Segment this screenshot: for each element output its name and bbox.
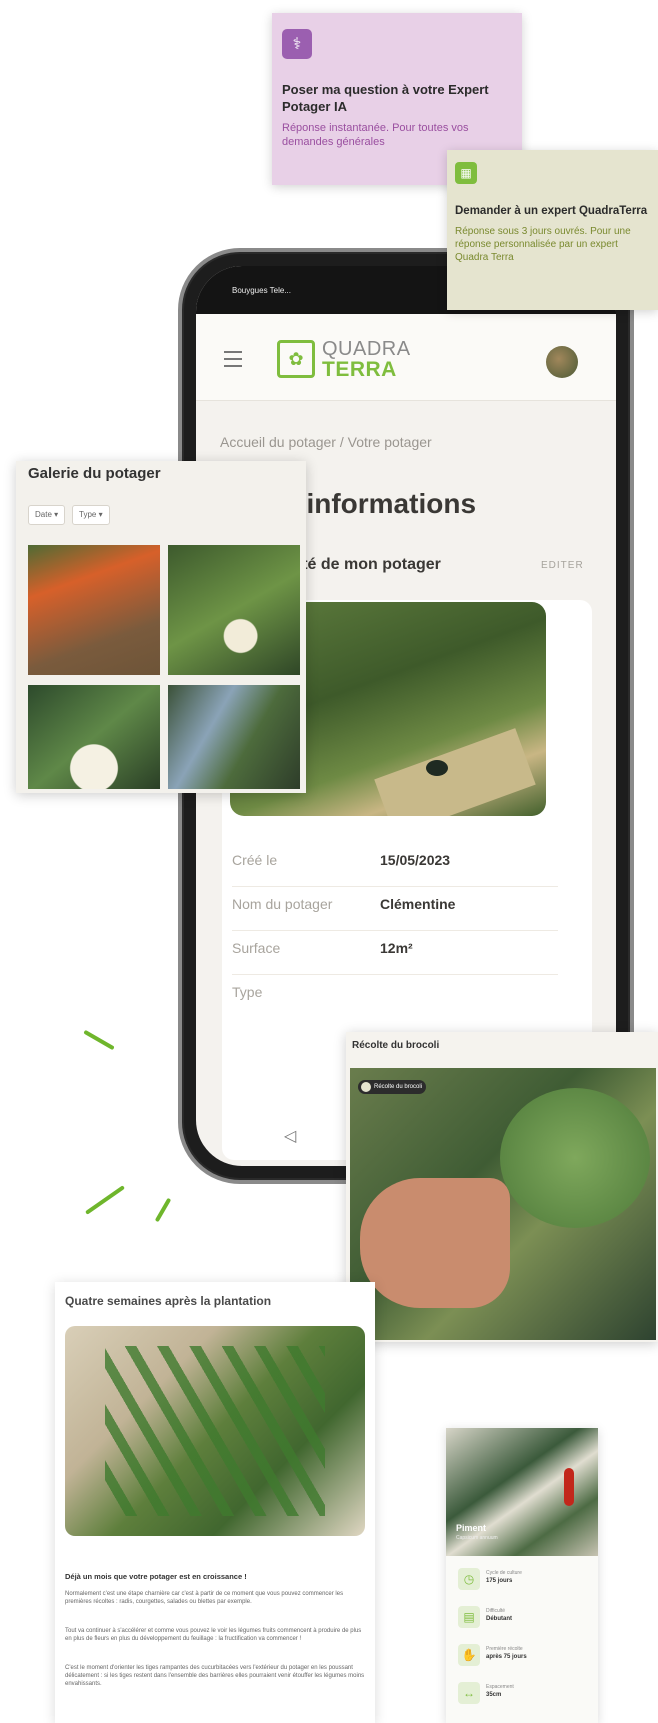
info-row: Type <box>232 974 558 1018</box>
plant-detail-value: après 75 jours <box>486 1654 527 1660</box>
spacing-icon: ↔ <box>458 1682 480 1704</box>
filter-type[interactable]: Type ▾ <box>72 505 110 525</box>
plant-detail-value: 175 jours <box>486 1578 513 1584</box>
info-row: Surface 12m² <box>232 930 558 975</box>
back-nav-icon[interactable]: ◁ <box>284 1126 296 1146</box>
broccoli-photo: Récolte du brocoli <box>350 1068 656 1340</box>
user-avatar[interactable] <box>546 346 578 378</box>
logo-text-bottom: TERRA <box>322 358 397 381</box>
info-row: Nom du potager Clémentine <box>232 886 558 931</box>
info-label: Créé le <box>232 852 278 868</box>
plant-latin-name: Capsicum annuum <box>456 1535 498 1541</box>
clock-icon: ◷ <box>458 1568 480 1590</box>
info-value: 15/05/2023 <box>380 852 451 868</box>
article-paragraph: C'est le moment d'orienter les tiges ram… <box>65 1665 365 1687</box>
gallery-thumbnail[interactable] <box>28 685 160 789</box>
plant-detail-key: Cycle de culture <box>486 1570 522 1576</box>
article-heading: Déjà un mois que votre potager est en cr… <box>65 1572 247 1581</box>
filter-date[interactable]: Date ▾ <box>28 505 66 525</box>
card-title: Poser ma question à votre Expert Potager… <box>282 82 489 114</box>
info-value: Clémentine <box>380 896 456 912</box>
status-carrier: Bouygues Tele... <box>232 286 292 295</box>
plant-detail-key: Espacement <box>486 1684 514 1690</box>
breadcrumb[interactable]: Accueil du potager / Votre potager <box>220 434 432 450</box>
photo-tag: Récolte du brocoli <box>358 1080 427 1094</box>
journal-article: Quatre semaines après la plantation Déjà… <box>55 1282 375 1723</box>
gallery-thumbnail[interactable] <box>168 685 300 789</box>
card-title: Demander à un expert QuadraTerra <box>455 205 648 217</box>
harvest-icon: ✋ <box>458 1644 480 1666</box>
info-row: Créé le 15/05/2023 <box>232 842 558 887</box>
article-paragraph: Tout va continuer à s'accélérer et comme… <box>65 1628 362 1642</box>
gallery-thumbnail[interactable] <box>28 545 160 675</box>
garden-gallery: Galerie du potager Date ▾ Type ▾ <box>16 461 306 793</box>
gallery-thumbnail[interactable] <box>168 545 300 675</box>
calendar-icon: ▦ <box>455 162 477 184</box>
info-label: Type <box>232 984 263 1000</box>
gallery-title: Galerie du potager <box>28 465 161 482</box>
info-value: 12m² <box>380 940 413 956</box>
quadraterra-logo-icon: ✿ <box>277 340 315 378</box>
plant-name: Piment <box>456 1523 487 1533</box>
decorative-stroke <box>83 1029 115 1051</box>
plant-photo: Piment Capsicum annuum <box>446 1428 598 1556</box>
plant-detail-row: ▤ Difficulté Débutant <box>458 1602 588 1638</box>
article-paragraph: Normalement c'est une étape charnière ca… <box>65 1591 344 1605</box>
harvest-title: Récolte du brocoli <box>352 1040 440 1051</box>
info-label: Surface <box>232 940 281 956</box>
decorative-stroke <box>85 1185 125 1215</box>
plant-detail-key: Difficulté <box>486 1608 506 1614</box>
plant-detail-key: Première récolte <box>486 1646 523 1652</box>
card-subtitle: Réponse instantanée. Pour toutes vos dem… <box>282 122 469 148</box>
harvest-card: Récolte du brocoli Récolte du brocoli <box>346 1032 658 1342</box>
difficulty-icon: ▤ <box>458 1606 480 1628</box>
plant-card: Piment Capsicum annuum ◷ Cycle de cultur… <box>446 1428 598 1723</box>
card-subtitle: Réponse sous 3 jours ouvrés. Pour une ré… <box>455 226 631 263</box>
hamburger-menu-icon[interactable] <box>224 351 242 367</box>
plant-detail-row: ↔ Espacement 35cm <box>458 1678 588 1714</box>
plant-detail-value: 35cm <box>486 1692 502 1698</box>
plant-detail-row: ✋ Première récolte après 75 jours <box>458 1640 588 1676</box>
plant-detail-value: Débutant <box>486 1616 512 1622</box>
article-title: Quatre semaines après la plantation <box>65 1294 272 1308</box>
zucchini-photo <box>65 1326 365 1536</box>
decorative-stroke <box>154 1197 172 1223</box>
app-header: ✿ QUADRA TERRA <box>196 314 616 401</box>
info-label: Nom du potager <box>232 896 333 912</box>
plant-detail-row: ◷ Cycle de culture 175 jours <box>458 1564 588 1600</box>
edit-button[interactable]: EDITER <box>541 560 584 571</box>
stethoscope-icon: ⚕ <box>282 29 312 59</box>
human-expert-card[interactable]: ▦ Demander à un expert QuadraTerra Répon… <box>447 150 658 310</box>
gallery-filter-bar: Date ▾ Type ▾ <box>28 505 294 525</box>
